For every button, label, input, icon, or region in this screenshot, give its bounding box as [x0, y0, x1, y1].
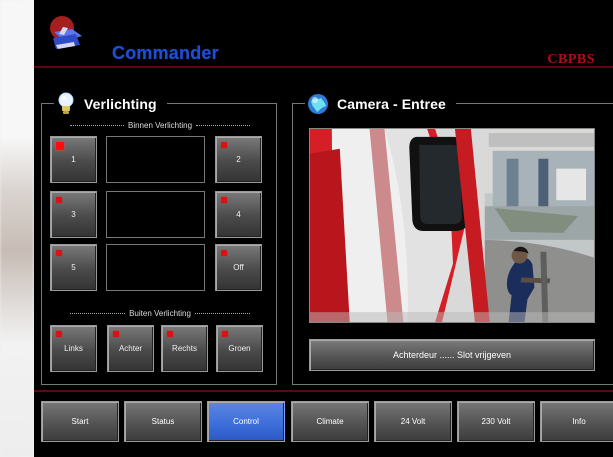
outside-light-green-button[interactable]: Groen	[216, 325, 263, 372]
commander-screen-photo: Commander CBPBS Verlichting Binnen Verli…	[0, 0, 613, 457]
camera-panel: Camera - Entree Achterdeur ...... Slot v…	[292, 91, 613, 385]
outside-lighting-label: Buiten Verlichting	[70, 307, 250, 319]
nav-230-volt-button[interactable]: 230 Volt	[457, 401, 535, 442]
inside-light-status-box-3	[106, 244, 205, 291]
inside-light-5-label: 5	[71, 263, 76, 272]
nav-24-volt-button[interactable]: 24 Volt	[374, 401, 452, 442]
outside-light-back-button[interactable]: Achter	[107, 325, 154, 372]
outside-light-left-button[interactable]: Links	[50, 325, 97, 372]
inside-light-button-5[interactable]: 5	[50, 244, 97, 291]
camera-panel-header: Camera - Entree	[305, 91, 456, 117]
nav-info-button[interactable]: Info	[540, 401, 613, 442]
inside-light-2-label: 2	[236, 155, 241, 164]
inside-lighting-label: Binnen Verlichting	[70, 119, 250, 131]
nav-climate-button[interactable]: Climate	[291, 401, 369, 442]
navigation-divider	[34, 390, 613, 392]
outside-right-status-led	[167, 331, 173, 337]
nav-start-button[interactable]: Start	[41, 401, 119, 442]
lighting-panel-header: Verlichting	[54, 91, 167, 117]
inside-light-button-1[interactable]: 1	[50, 136, 97, 183]
camera-title: Camera - Entree	[337, 96, 446, 112]
lighting-panel: Verlichting Binnen Verlichting 1 2 3 4 5…	[41, 91, 277, 385]
lighting-title: Verlichting	[84, 96, 157, 112]
outside-back-status-led	[113, 331, 119, 337]
inside-light-off-button[interactable]: Off	[215, 244, 262, 291]
outside-left-label: Links	[64, 344, 83, 353]
inside-light-status-box-2	[106, 191, 205, 238]
outside-back-label: Achter	[118, 344, 143, 353]
inside-light-1-status-led	[56, 142, 64, 150]
inside-light-off-status-led	[221, 250, 227, 256]
bottom-navigation: Start Status Control Climate 24 Volt 230…	[41, 401, 613, 446]
inside-light-5-status-led	[56, 250, 62, 256]
inside-light-1-label: 1	[71, 155, 76, 164]
nav-status-button[interactable]: Status	[124, 401, 202, 442]
commander-logo-icon	[50, 16, 82, 49]
inside-light-3-status-led	[56, 197, 62, 203]
inside-light-button-4[interactable]: 4	[215, 191, 262, 238]
app-header: Commander CBPBS	[34, 0, 613, 67]
inside-light-button-3[interactable]: 3	[50, 191, 97, 238]
outside-left-status-led	[56, 331, 62, 337]
outside-green-status-led	[222, 331, 228, 337]
inside-light-2-status-led	[221, 142, 227, 148]
app-title: Commander	[112, 43, 219, 63]
back-door-lock-release-button[interactable]: Achterdeur ...... Slot vrijgeven	[309, 339, 595, 371]
nav-control-button[interactable]: Control	[207, 401, 285, 442]
header-divider	[34, 66, 613, 68]
outside-light-right-button[interactable]: Rechts	[161, 325, 208, 372]
inside-light-4-label: 4	[236, 210, 241, 219]
globe-icon	[308, 94, 328, 114]
touchscreen-display: Commander CBPBS Verlichting Binnen Verli…	[34, 0, 613, 457]
inside-light-button-2[interactable]: 2	[215, 136, 262, 183]
outside-right-label: Rechts	[172, 344, 197, 353]
inside-light-3-label: 3	[71, 210, 76, 219]
inside-light-off-label: Off	[233, 263, 244, 272]
left-room-blur	[0, 0, 34, 457]
inside-light-4-status-led	[221, 197, 227, 203]
bulb-icon	[58, 92, 74, 114]
outside-green-label: Groen	[228, 344, 251, 353]
camera-feed-image	[309, 128, 595, 323]
inside-light-status-box-1	[106, 136, 205, 183]
